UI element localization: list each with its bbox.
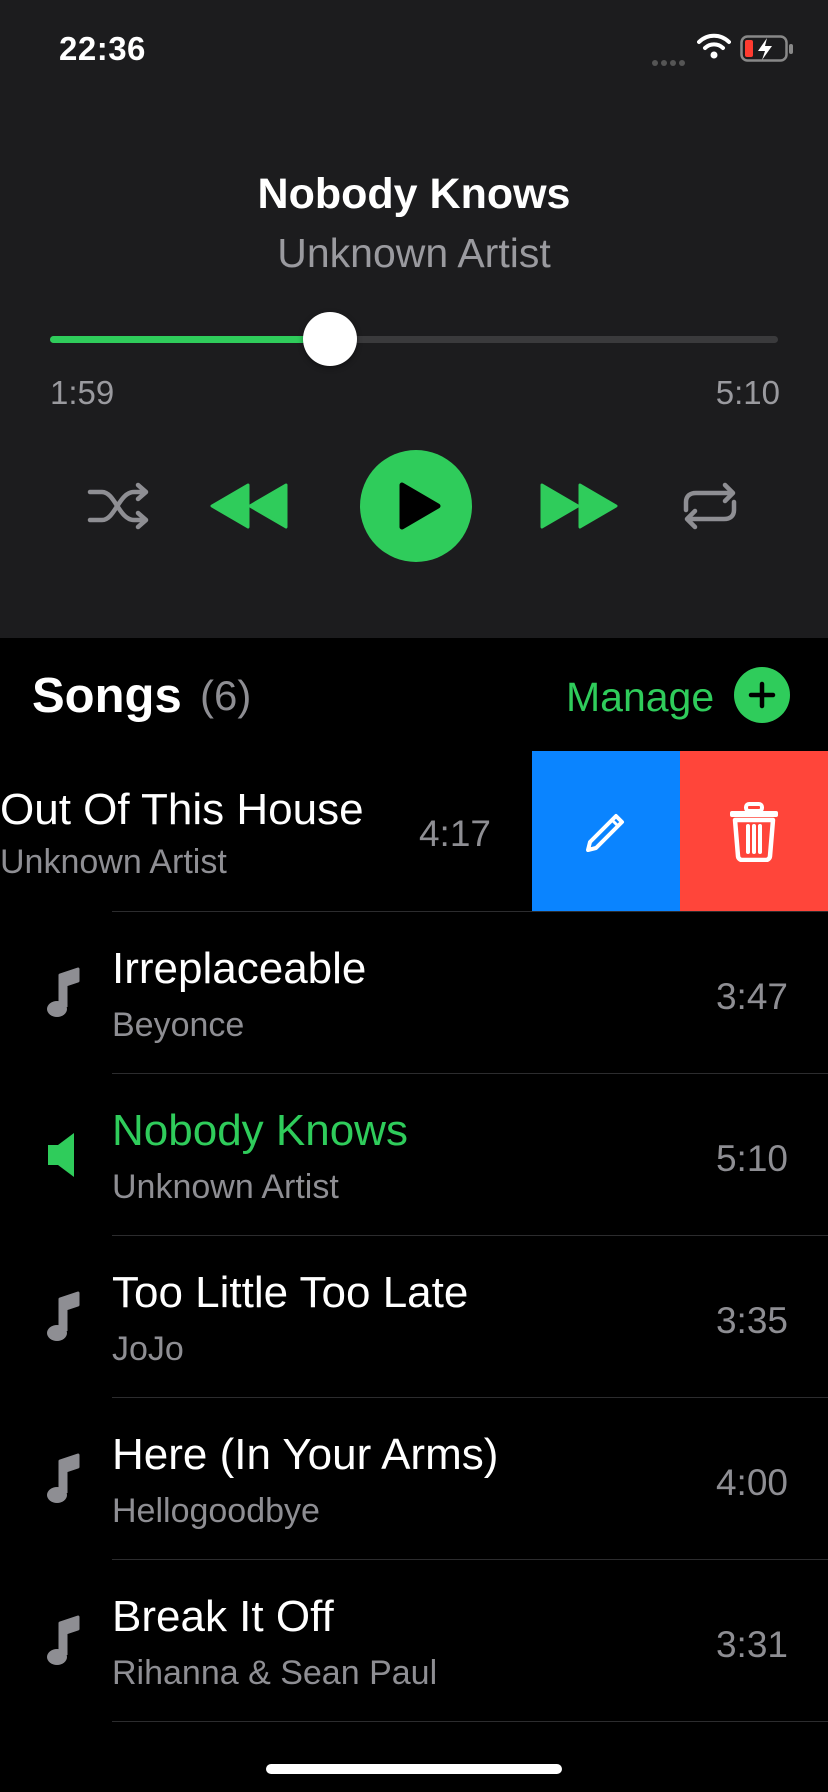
row-separator: [112, 1721, 828, 1722]
now-playing-panel: 22:36 Nobody Knows Unknown Artist 1:59 5…: [0, 0, 828, 638]
song-row-now-playing[interactable]: Nobody Knows Unknown Artist 5:10: [0, 1074, 828, 1236]
music-note-icon: [44, 1453, 84, 1505]
delete-song-button[interactable]: [680, 751, 828, 912]
songs-header: Songs (6) Manage: [0, 638, 828, 752]
status-time: 22:36: [59, 30, 146, 67]
fast-forward-button[interactable]: [538, 476, 620, 536]
plus-icon: [748, 681, 776, 709]
song-title: Out Of This House: [0, 785, 364, 834]
progress-fill: [50, 336, 330, 343]
song-title: Break It Off: [112, 1592, 334, 1641]
fast-forward-icon: [540, 483, 618, 529]
songs-title: Songs: [32, 669, 182, 723]
song-duration: 3:47: [715, 976, 788, 1017]
cellular-dots-icon: [652, 53, 688, 71]
song-row[interactable]: Too Little Too Late JoJo 3:35: [0, 1236, 828, 1398]
song-artist: Unknown Artist: [112, 1168, 339, 1206]
total-duration: 5:10: [715, 374, 780, 411]
now-playing-artist: Unknown Artist: [277, 230, 551, 276]
song-row[interactable]: Irreplaceable Beyonce 3:47: [0, 912, 828, 1074]
music-note-icon: [44, 967, 84, 1019]
play-icon: [399, 482, 441, 530]
song-title: Here (In Your Arms): [112, 1430, 499, 1479]
song-title: Too Little Too Late: [112, 1268, 469, 1317]
pencil-icon: [586, 813, 624, 852]
music-note-icon: [44, 1615, 84, 1667]
repeat-icon: [683, 482, 737, 530]
song-artist: Rihanna & Sean Paul: [112, 1654, 438, 1692]
song-duration: 3:35: [715, 1300, 788, 1341]
song-artist: Beyonce: [112, 1006, 245, 1044]
home-indicator[interactable]: [266, 1764, 562, 1774]
song-title: Nobody Knows: [112, 1106, 408, 1155]
add-song-button[interactable]: [734, 667, 790, 723]
shuffle-icon: [87, 482, 149, 530]
battery-charging-icon: [740, 35, 794, 68]
song-artist: Unknown Artist: [0, 843, 227, 881]
song-duration: 3:31: [715, 1624, 788, 1665]
song-row[interactable]: Here (In Your Arms) Hellogoodbye 4:00: [0, 1398, 828, 1560]
song-duration: 5:10: [715, 1138, 788, 1179]
song-duration: 4:17: [418, 813, 491, 854]
song-artist: Hellogoodbye: [112, 1492, 320, 1530]
now-playing-title: Nobody Knows: [257, 170, 571, 218]
edit-song-button[interactable]: [532, 751, 680, 912]
song-artist: JoJo: [112, 1330, 184, 1368]
status-bar: 22:36: [0, 0, 828, 100]
wifi-icon: [697, 33, 731, 64]
progress-slider[interactable]: [50, 312, 778, 366]
rewind-icon: [210, 483, 288, 529]
song-row-swiped[interactable]: Out Of This House Unknown Artist 4:17: [0, 751, 828, 912]
songs-count: (6): [200, 672, 252, 719]
song-duration: 4:00: [715, 1462, 788, 1503]
speaker-icon: [44, 1129, 84, 1181]
play-button[interactable]: [360, 450, 472, 562]
repeat-button[interactable]: [676, 478, 744, 534]
trash-icon: [730, 801, 778, 862]
music-note-icon: [44, 1291, 84, 1343]
song-row[interactable]: Break It Off Rihanna & Sean Paul 3:31: [0, 1560, 828, 1722]
rewind-button[interactable]: [208, 476, 290, 536]
manage-button[interactable]: Manage: [566, 674, 714, 721]
song-title: Irreplaceable: [112, 944, 367, 993]
swiped-row-content[interactable]: Out Of This House Unknown Artist 4:17: [0, 751, 535, 912]
elapsed-time: 1:59: [50, 374, 115, 411]
shuffle-button[interactable]: [84, 478, 154, 534]
progress-knob[interactable]: [302, 312, 357, 366]
